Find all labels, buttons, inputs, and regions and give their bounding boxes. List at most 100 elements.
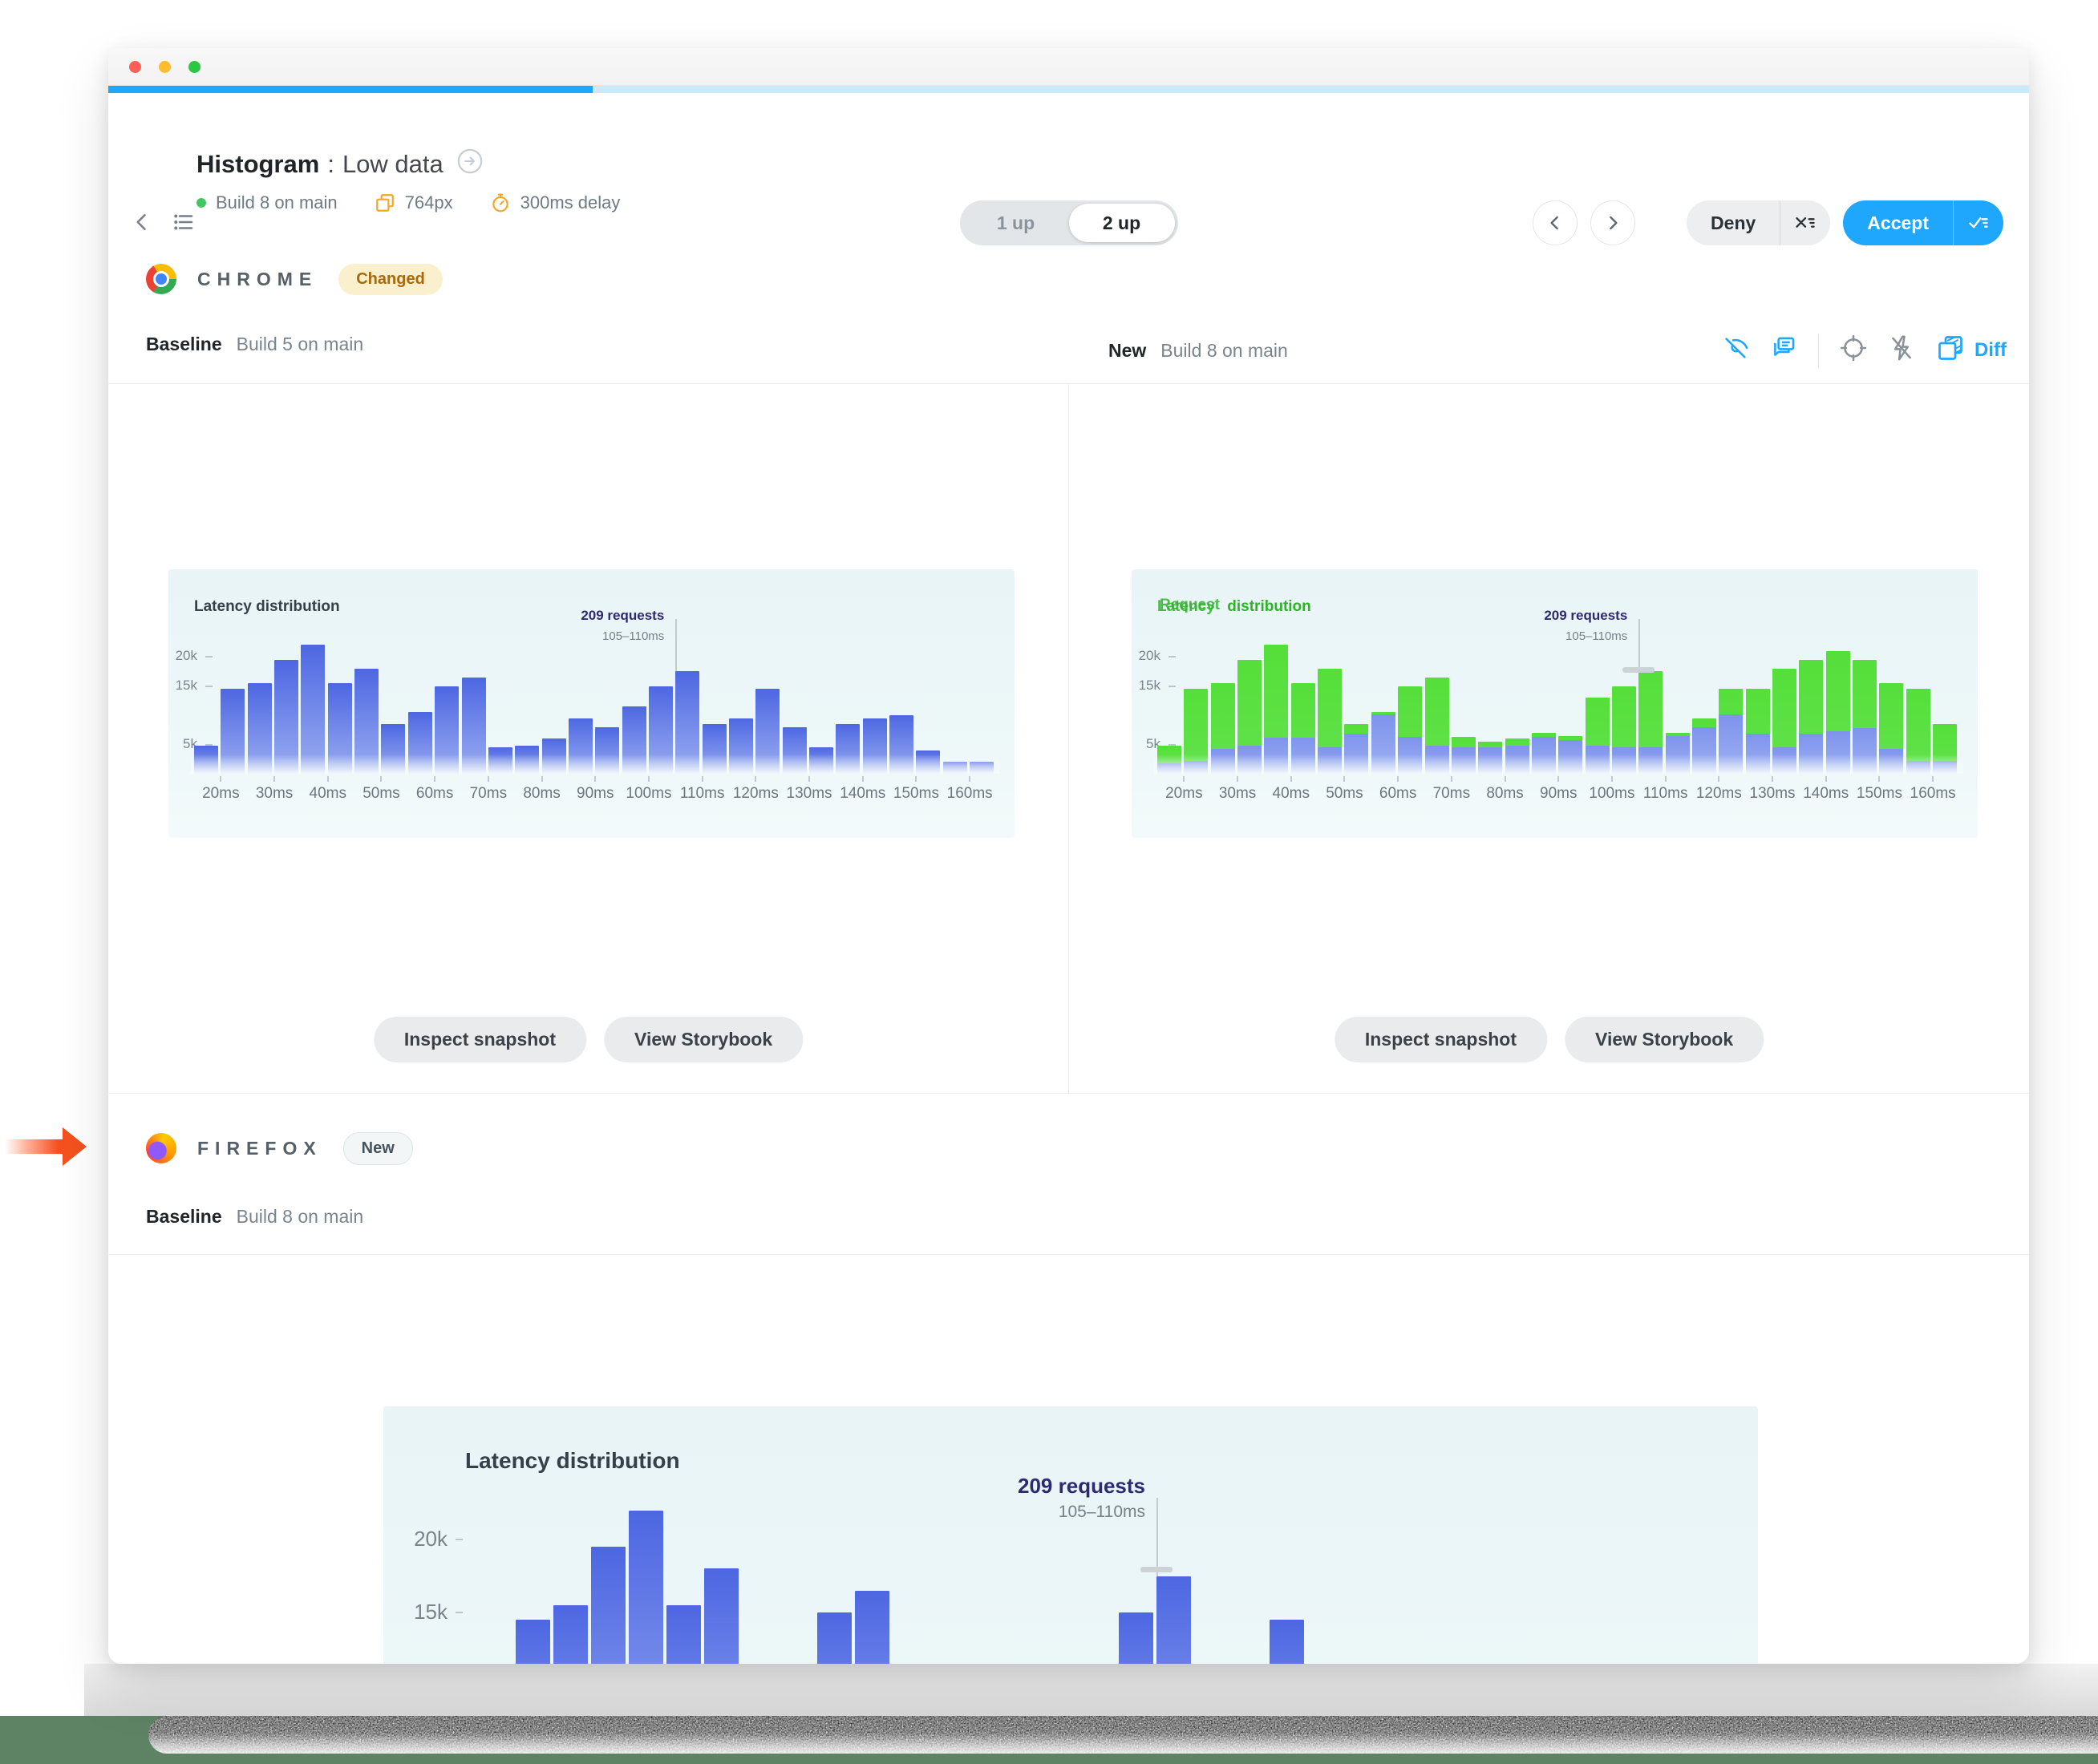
baseline-build: Build 5 on main <box>236 334 364 354</box>
diff-toggle[interactable]: Diff <box>1974 339 2007 362</box>
firefox-browser-row: FIREFOX New <box>108 1129 2029 1167</box>
annotation-line <box>675 619 678 672</box>
strobe-off-icon[interactable] <box>1888 334 1915 366</box>
baseline-label: Baseline <box>146 1206 222 1227</box>
baseline-label: Baseline <box>146 334 222 354</box>
x-tick-mark <box>701 776 703 782</box>
x-tick-mark <box>1664 776 1667 782</box>
arrow-shaft <box>5 1139 67 1154</box>
new-pane: Latency Request distribution 5k 15k 20k 20ms 3… <box>1068 384 2029 1093</box>
x-tick-mark <box>915 776 917 782</box>
view-storybook-button[interactable]: View Storybook <box>604 1017 804 1062</box>
close-window-button[interactable] <box>129 60 141 73</box>
story-list-icon[interactable] <box>171 210 196 234</box>
x-tick-mark <box>1610 776 1613 782</box>
x-tick-label: 60ms <box>415 785 454 802</box>
deny-batch-icon[interactable] <box>1780 212 1830 234</box>
annotation-line <box>1638 619 1641 672</box>
x-tick-label: 80ms <box>523 785 561 802</box>
x-tick-mark <box>1504 776 1506 782</box>
histogram-bar <box>1270 1620 1304 1664</box>
toggle-1up[interactable]: 1 up <box>963 204 1069 242</box>
x-tick-mark <box>1450 776 1452 782</box>
chrome-icon <box>146 264 176 294</box>
x-tick-mark <box>380 776 383 782</box>
x-tick-label: 30ms <box>1218 785 1257 802</box>
x-tick-label: 60ms <box>1379 785 1417 802</box>
new-snapshot-diff[interactable]: Latency Request distribution 5k 15k 20k 20ms 3… <box>1132 569 1978 838</box>
histogram-bar <box>1119 1612 1153 1664</box>
progress-remaining <box>592 86 2029 93</box>
histogram-bar <box>553 1604 588 1664</box>
titlebar <box>108 48 2029 86</box>
x-tick-label: 140ms <box>1803 785 1849 802</box>
annotation-line <box>1156 1498 1158 1576</box>
page-title: Histogram : Low data <box>196 148 620 181</box>
x-tick-label: 40ms <box>1272 785 1310 802</box>
deny-button[interactable]: Deny <box>1687 200 1780 245</box>
x-tick-label: 20ms <box>202 785 240 802</box>
x-tick-label: 140ms <box>840 785 886 802</box>
arrow-head-icon <box>63 1127 87 1166</box>
x-tick-mark <box>1183 776 1185 782</box>
delay-value: 300ms delay <box>520 192 621 212</box>
toggle-2up[interactable]: 2 up <box>1068 204 1175 242</box>
histogram-bar <box>817 1612 852 1664</box>
chrome-browser-row: CHROME Changed <box>108 260 2029 298</box>
story-meta: Build 8 on main 764px 300ms delay <box>196 192 620 213</box>
y-tick-mark <box>205 685 213 687</box>
x-tick-mark <box>1718 776 1720 782</box>
x-tick-label: 120ms <box>732 785 779 802</box>
annotation-range: 105–110ms <box>1058 1503 1145 1521</box>
x-tick-label: 160ms <box>1910 785 1956 802</box>
accept-button[interactable]: Accept <box>1843 200 1953 245</box>
story-header: Histogram : Low data Build 8 on main 764… <box>108 93 2029 253</box>
x-tick-mark <box>1237 776 1239 782</box>
firefox-snapshot-area: Latency distribution5k15k20k20ms30ms40ms… <box>108 1254 2029 1664</box>
snapshot-actions: Inspect snapshot View Storybook <box>373 1017 804 1062</box>
diff-overlay-icon[interactable] <box>1936 334 1965 367</box>
accept-batch-icon[interactable] <box>1954 212 2003 234</box>
new-build: Build 8 on main <box>1160 339 1288 361</box>
x-tick-mark <box>1772 776 1774 782</box>
x-tick-label: 40ms <box>309 785 346 802</box>
inspect-snapshot-button[interactable]: Inspect snapshot <box>373 1017 587 1062</box>
hide-baseline-eye-icon[interactable] <box>1722 334 1749 366</box>
y-tick-label: 20k <box>414 1526 448 1551</box>
x-tick-label: 110ms <box>679 785 725 802</box>
x-tick-mark <box>1343 776 1346 782</box>
minimize-window-button[interactable] <box>159 60 171 73</box>
previous-change-button[interactable] <box>1533 200 1578 245</box>
zoom-window-button[interactable] <box>188 60 200 73</box>
x-tick-mark <box>487 776 489 782</box>
y-tick-label: 20k <box>175 648 197 664</box>
x-tick-label: 30ms <box>255 785 294 802</box>
back-controls <box>131 210 196 234</box>
y-tick-label: 5k <box>1146 735 1160 751</box>
focus-crosshair-icon[interactable] <box>1840 334 1867 366</box>
y-tick-label: 15k <box>414 1599 448 1624</box>
new-label-group: New Build 8 on main Diff <box>1108 334 2007 367</box>
baseline-snapshot[interactable]: Latency distribution 5k 15k 20k 20ms 30ms 40ms… <box>168 569 1015 838</box>
x-tick-label: 100ms <box>1589 785 1635 802</box>
view-storybook-button[interactable]: View Storybook <box>1565 1017 1764 1062</box>
app-window: Histogram : Low data Build 8 on main 764… <box>108 48 2029 1664</box>
viewport-meta: 764px <box>375 192 453 213</box>
y-tick-mark <box>456 1612 463 1613</box>
comments-icon[interactable] <box>1770 334 1797 366</box>
x-tick-mark <box>1557 776 1560 782</box>
browser-name: CHROME <box>197 268 318 289</box>
x-tick-label: 80ms <box>1486 785 1524 802</box>
x-tick-mark <box>1397 776 1399 782</box>
chrome-compare-labels: Baseline Build 5 on main New Build 8 on … <box>108 334 2029 367</box>
next-change-button[interactable] <box>1590 200 1636 245</box>
firefox-baseline-snapshot[interactable]: Latency distribution5k15k20k20ms30ms40ms… <box>383 1406 1758 1664</box>
x-tick-label: 130ms <box>786 785 832 802</box>
x-tick-mark <box>1825 776 1827 782</box>
noise-texture <box>148 1716 2098 1754</box>
back-icon[interactable] <box>131 210 155 234</box>
component-name: Histogram <box>196 150 320 178</box>
axis-fade <box>191 755 1000 774</box>
go-to-story-icon[interactable] <box>456 148 484 181</box>
inspect-snapshot-button[interactable]: Inspect snapshot <box>1334 1017 1548 1062</box>
